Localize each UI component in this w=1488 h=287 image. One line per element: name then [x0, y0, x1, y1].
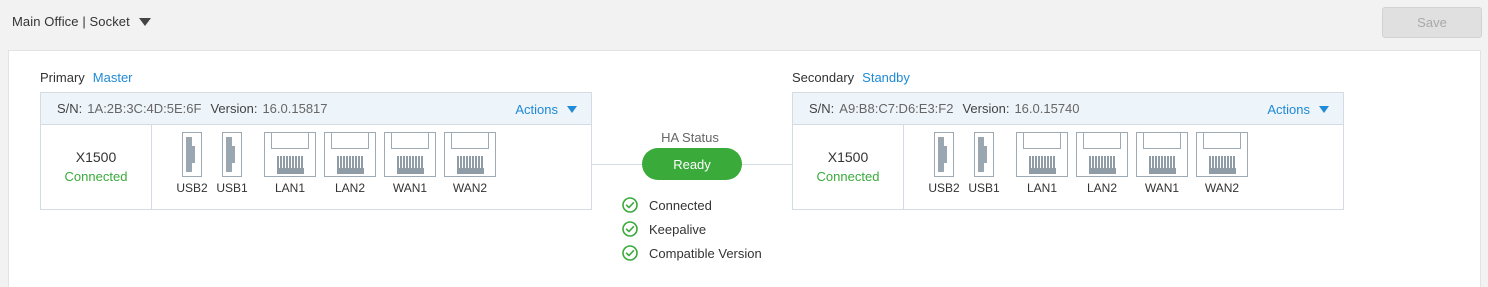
port-wan1: WAN1: [384, 132, 436, 195]
port-label: LAN2: [1086, 181, 1118, 195]
check-circle-icon: [622, 197, 638, 213]
port-label: WAN2: [452, 181, 488, 195]
device-model: X1500: [827, 149, 869, 165]
port-usb2: USB2: [928, 132, 960, 195]
secondary-device-card: S/N: A9:B8:C7:D6:E3:F2 Version: 16.0.157…: [792, 92, 1344, 210]
primary-device-body: X1500 Connected USB2 USB1 LAN1 LAN2 WAN1…: [41, 125, 591, 209]
port-lan2: LAN2: [324, 132, 376, 195]
top-bar: Main Office | Socket Save: [0, 0, 1488, 46]
secondary-model-info: X1500 Connected: [793, 125, 904, 209]
usb-port-icon: [222, 132, 242, 177]
secondary-device-header: S/N: A9:B8:C7:D6:E3:F2 Version: 16.0.157…: [793, 93, 1343, 125]
secondary-role-value: Standby: [862, 70, 910, 85]
port-lan2: LAN2: [1076, 132, 1128, 195]
save-button[interactable]: Save: [1382, 7, 1482, 38]
port-label: WAN1: [392, 181, 428, 195]
chevron-down-icon[interactable]: [138, 18, 151, 26]
ethernet-port-icon: [1076, 132, 1128, 177]
secondary-actions-dropdown[interactable]: Actions: [1267, 93, 1329, 125]
check-keepalive: Keepalive: [622, 221, 706, 237]
port-usb2: USB2: [176, 132, 208, 195]
check-label: Keepalive: [649, 221, 707, 237]
site-title: Main Office | Socket: [12, 14, 130, 29]
primary-model-info: X1500 Connected: [41, 125, 152, 209]
ha-link-line-left: [592, 164, 642, 165]
port-label: USB2: [928, 181, 960, 195]
ethernet-port-icon: [264, 132, 316, 177]
serial-number: 1A:2B:3C:4D:5E:6F: [87, 101, 202, 116]
primary-role: Primary Master: [40, 70, 133, 85]
actions-label: Actions: [515, 101, 558, 117]
ethernet-port-icon: [324, 132, 376, 177]
ethernet-port-icon: [1136, 132, 1188, 177]
connection-status: Connected: [64, 169, 128, 184]
primary-device-header: S/N: 1A:2B:3C:4D:5E:6F Version: 16.0.158…: [41, 93, 591, 125]
primary-actions-dropdown[interactable]: Actions: [515, 93, 577, 125]
version-value: 16.0.15817: [262, 101, 328, 116]
port-label: USB1: [968, 181, 1000, 195]
check-label: Connected: [649, 197, 712, 213]
port-usb1: USB1: [216, 132, 248, 195]
port-label: LAN1: [274, 181, 306, 195]
check-compatible-version: Compatible Version: [622, 245, 762, 261]
primary-role-label: Primary: [40, 70, 85, 85]
secondary-device-body: X1500 Connected USB2 USB1 LAN1 LAN2 WAN1…: [793, 125, 1343, 209]
check-connected: Connected: [622, 197, 712, 213]
ethernet-port-icon: [444, 132, 496, 177]
chevron-down-icon[interactable]: [567, 105, 577, 113]
secondary-role: Secondary Standby: [792, 70, 910, 85]
version-value: 16.0.15740: [1014, 101, 1080, 116]
actions-label: Actions: [1267, 101, 1310, 117]
port-label: WAN1: [1144, 181, 1180, 195]
check-label: Compatible Version: [649, 245, 762, 261]
sn-label: S/N:: [809, 101, 835, 116]
sn-label: S/N:: [57, 101, 83, 116]
usb-port-icon: [182, 132, 202, 177]
port-wan2: WAN2: [1196, 132, 1248, 195]
usb-port-icon: [974, 132, 994, 177]
ha-link-line-right: [742, 164, 792, 165]
port-lan1: LAN1: [264, 132, 316, 195]
port-wan2: WAN2: [444, 132, 496, 195]
port-label: LAN1: [1026, 181, 1058, 195]
port-wan1: WAN1: [1136, 132, 1188, 195]
primary-role-value: Master: [92, 70, 133, 85]
site-selector[interactable]: Main Office | Socket: [12, 14, 151, 29]
ha-status-badge: Ready: [642, 148, 742, 180]
check-circle-icon: [622, 221, 638, 237]
device-model: X1500: [75, 149, 117, 165]
ethernet-port-icon: [384, 132, 436, 177]
ethernet-port-icon: [1196, 132, 1248, 177]
check-circle-icon: [622, 245, 638, 261]
port-label: LAN2: [334, 181, 366, 195]
port-label: USB1: [216, 181, 248, 195]
secondary-ports: USB2 USB1 LAN1 LAN2 WAN1 WAN2: [904, 125, 1344, 209]
connection-status: Connected: [816, 169, 880, 184]
port-label: USB2: [176, 181, 208, 195]
primary-ports: USB2 USB1 LAN1 LAN2 WAN1 WAN2: [152, 125, 592, 209]
usb-port-icon: [934, 132, 954, 177]
version-label: Version:: [962, 101, 1010, 116]
port-usb1: USB1: [968, 132, 1000, 195]
ha-status-title: HA Status: [661, 130, 719, 145]
version-label: Version:: [210, 101, 258, 116]
port-lan1: LAN1: [1016, 132, 1068, 195]
primary-device-card: S/N: 1A:2B:3C:4D:5E:6F Version: 16.0.158…: [40, 92, 592, 210]
port-label: WAN2: [1204, 181, 1240, 195]
ethernet-port-icon: [1016, 132, 1068, 177]
chevron-down-icon[interactable]: [1319, 105, 1329, 113]
serial-number: A9:B8:C7:D6:E3:F2: [839, 101, 954, 116]
secondary-role-label: Secondary: [792, 70, 855, 85]
